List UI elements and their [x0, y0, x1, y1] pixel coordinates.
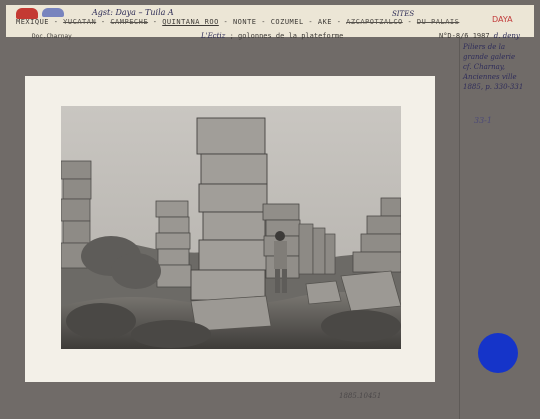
handwritten-sites-label: SITES	[392, 10, 415, 18]
struck-region-2: CAMPECHE	[110, 18, 149, 26]
handwritten-site-note: Agst: Daya – Tuila A	[92, 8, 174, 17]
side-note-line: grande galerie	[463, 53, 516, 61]
side-note-line: Anciennes ville	[463, 73, 517, 81]
reference-code: N°D-8/6 1987 d. deny	[439, 32, 520, 40]
place-ake: AKE	[317, 18, 333, 26]
handwritten-side-note: Piliers de la grande galerie cf. Charnay…	[463, 42, 533, 92]
country-label: MEXIQUE	[16, 18, 50, 26]
handwritten-daya-red: DAYA	[492, 15, 513, 24]
state-label: QUINTANA ROO	[162, 18, 219, 26]
caption-handwritten: L'Ectiz	[201, 32, 226, 40]
caption-text: ; golonnes de la plateforme	[229, 32, 344, 40]
struck-region-5: DU PALAIS	[416, 18, 460, 26]
side-note-line: 1885, p. 330-331	[463, 83, 524, 91]
side-reference-number: 33-1	[474, 116, 492, 125]
place-cozumel: COZUMEL	[270, 18, 304, 26]
classification-line: MEXIQUE - YUCATAN - CAMPECHE - QUINTANA …	[16, 18, 460, 26]
header-label-strip: Agst: Daya – Tuila A SITES DAYA MEXIQUE …	[6, 5, 534, 40]
ref-code-author: d. deny	[493, 32, 520, 40]
struck-region-4: AZCAPOTZALCO	[346, 18, 403, 26]
ref-code-number: N°D-8/6 1987	[439, 32, 490, 40]
side-note-line: cf. Charnay,	[463, 63, 506, 71]
source-label: Doc.Charnay	[32, 33, 72, 40]
archive-card: Agst: Daya – Tuila A SITES DAYA MEXIQUE …	[0, 0, 540, 419]
bottom-reference-number: 1885.10451	[339, 392, 382, 400]
card-divider	[459, 37, 460, 419]
blue-sticker-icon	[42, 8, 64, 17]
side-note-line: Piliers de la	[463, 43, 505, 51]
blue-dot-sticker	[478, 333, 518, 373]
struck-region-1: YUCATAN	[63, 18, 97, 26]
struck-region-3: NONTE	[232, 18, 257, 26]
ruins-photograph	[61, 106, 401, 349]
photo-image	[61, 106, 401, 349]
caption-line: L'Ectiz ; golonnes de la plateforme	[201, 32, 343, 40]
